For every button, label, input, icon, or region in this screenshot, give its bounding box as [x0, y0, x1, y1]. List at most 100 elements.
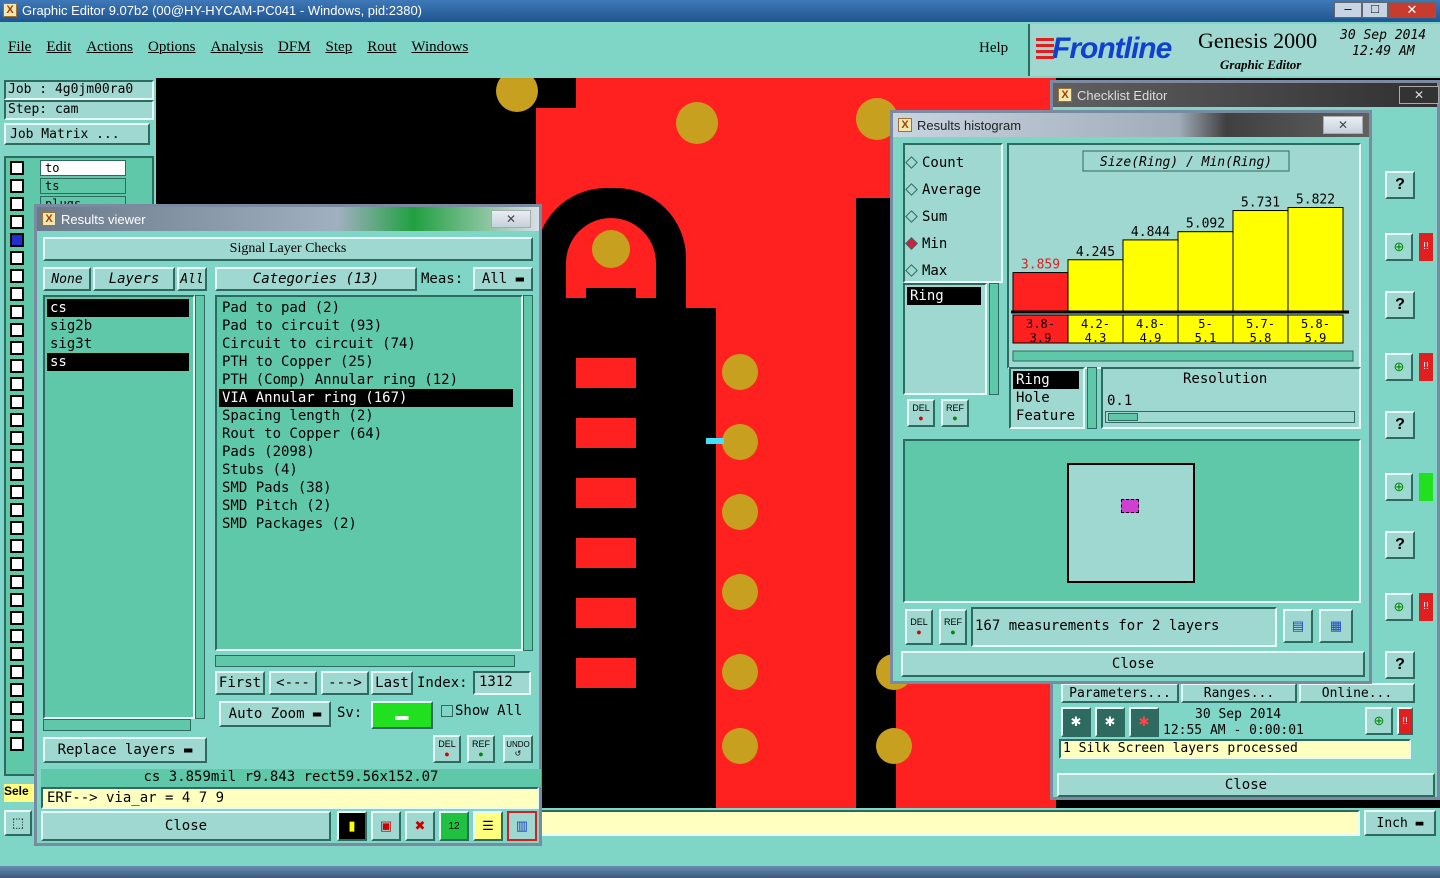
mode-option-sum[interactable]: Sum	[905, 203, 981, 230]
layer-checkbox[interactable]	[10, 593, 24, 607]
category-list-item[interactable]: Pad to circuit (93)	[219, 317, 513, 335]
layer-list-item[interactable]: cs	[47, 299, 189, 317]
layer-checkbox[interactable]	[10, 377, 24, 391]
mode-option-count[interactable]: Count	[905, 149, 981, 176]
category-list-item[interactable]: Circuit to circuit (74)	[219, 335, 513, 353]
layer-checkbox[interactable]	[10, 719, 24, 733]
delete-tool-icon[interactable]: ✖	[405, 811, 435, 841]
resolution-slider-thumb[interactable]	[1108, 413, 1138, 421]
last-button[interactable]: Last	[371, 671, 413, 695]
menu-help[interactable]: Help	[979, 40, 1008, 57]
layer-checkbox[interactable]	[10, 179, 24, 193]
layer-checkbox[interactable]	[10, 467, 24, 481]
category-hscrollbar[interactable]	[215, 655, 515, 667]
close-icon[interactable]: ✕	[1323, 116, 1363, 134]
layer-checkbox[interactable]	[10, 305, 24, 319]
pointer-icon[interactable]: ⬚	[4, 810, 32, 836]
categories-button[interactable]: Categories (13)	[215, 267, 417, 291]
feature-listbox[interactable]: Ring Hole Feature	[1009, 367, 1085, 429]
menu-file[interactable]: File	[8, 39, 31, 56]
hist-del-button[interactable]: DEL ●	[907, 399, 935, 427]
minimize-button[interactable]: –	[1334, 2, 1362, 18]
undo-button[interactable]: UNDO ↺	[503, 735, 533, 763]
histogram-close-button[interactable]: Close	[901, 651, 1365, 677]
parameters-button[interactable]: Parameters...	[1061, 683, 1179, 703]
layer-checkbox[interactable]	[10, 539, 24, 553]
histogram-bar[interactable]	[1012, 272, 1069, 312]
layer-scrollbar[interactable]	[195, 295, 205, 719]
results-viewer-close-button[interactable]: Close	[41, 811, 331, 841]
layer-checkbox[interactable]	[10, 215, 24, 229]
category-list-item[interactable]: PTH to Copper (25)	[219, 353, 513, 371]
layer-row[interactable]: ts	[8, 178, 152, 195]
layer-checkbox[interactable]	[10, 161, 24, 175]
close-icon[interactable]: ✕	[1399, 86, 1439, 104]
layer-checkbox[interactable]	[10, 323, 24, 337]
report-tool-icon[interactable]: ☰	[473, 811, 503, 841]
layer-checkbox[interactable]	[10, 233, 24, 247]
meas-select[interactable]: All ▬	[473, 267, 533, 291]
category-scrollbar[interactable]	[523, 295, 533, 651]
help-icon[interactable]: ?	[1385, 291, 1415, 319]
layer-checkbox[interactable]	[10, 575, 24, 589]
category-list-item[interactable]: VIA Annular ring (167)	[219, 389, 513, 407]
layer-listbox[interactable]: cs sig2b sig3t ss	[43, 295, 195, 719]
feature-list-item[interactable]: Hole	[1013, 389, 1079, 407]
hist-ref-button[interactable]: REF ●	[941, 399, 969, 427]
count-tool-icon[interactable]: 12	[439, 811, 469, 841]
menu-dfm[interactable]: DFM	[278, 39, 311, 56]
layer-checkbox[interactable]	[10, 701, 24, 715]
online-button[interactable]: Online...	[1299, 683, 1415, 703]
layer-checkbox[interactable]	[10, 341, 24, 355]
del-button[interactable]: DEL ●	[433, 735, 461, 763]
stop-run-icon[interactable]: ✱	[1129, 707, 1159, 737]
run-all-icon[interactable]: ✱	[1061, 707, 1091, 737]
histogram-chart[interactable]: 3.859 3.8-3.9 4.245 4.2-4.3 4.844 4.8-4.9 5.09…	[1009, 145, 1359, 367]
menu-analysis[interactable]: Analysis	[211, 39, 264, 56]
category-list-item[interactable]: Rout to Copper (64)	[219, 425, 513, 443]
layer-checkbox[interactable]	[10, 557, 24, 571]
help-icon[interactable]: ?	[1385, 411, 1415, 439]
feature-list-item[interactable]: Feature	[1013, 407, 1079, 425]
histogram-bar[interactable]	[1287, 207, 1344, 312]
layer-checkbox[interactable]	[10, 449, 24, 463]
help-icon[interactable]: ?	[1385, 651, 1415, 679]
checklist-zoom-icon[interactable]: ⊕	[1365, 707, 1393, 735]
layer-checkbox[interactable]	[10, 647, 24, 661]
layers-button[interactable]: Layers	[93, 267, 175, 291]
summary-del-button[interactable]: DEL ●	[905, 609, 933, 645]
zoom-icon[interactable]: ⊕	[1385, 233, 1413, 261]
measure-listbox[interactable]: Ring	[903, 283, 987, 395]
category-list-item[interactable]: SMD Pitch (2)	[219, 497, 513, 515]
layer-checkbox[interactable]	[10, 629, 24, 643]
layer-checkbox[interactable]	[10, 737, 24, 751]
histogram-tool-icon[interactable]: ▥	[507, 811, 537, 841]
help-icon[interactable]: ?	[1385, 531, 1415, 559]
layer-checkbox[interactable]	[10, 665, 24, 679]
histogram-hscrollbar[interactable]	[1012, 350, 1354, 362]
category-list-item[interactable]: Pads (2098)	[219, 443, 513, 461]
mode-option-average[interactable]: Average	[905, 176, 981, 203]
layer-hscrollbar[interactable]	[43, 719, 191, 731]
resolution-slider[interactable]	[1105, 411, 1355, 423]
layer-checkbox[interactable]	[10, 395, 24, 409]
compare-icon[interactable]: ▦	[1319, 609, 1353, 643]
close-window-button[interactable]: ✕	[1388, 2, 1436, 18]
histogram-bar[interactable]	[1177, 231, 1234, 312]
measure-list-item[interactable]: Ring	[907, 287, 981, 305]
menu-edit[interactable]: Edit	[46, 39, 71, 56]
job-matrix-button[interactable]: Job Matrix ...	[4, 123, 150, 145]
measure-scrollbar[interactable]	[989, 283, 999, 395]
histogram-bar[interactable]	[1232, 210, 1289, 312]
zoom-icon[interactable]: ⊕	[1385, 353, 1413, 381]
mode-option-max[interactable]: Max	[905, 257, 981, 284]
all-layers-button[interactable]: All	[177, 267, 207, 291]
layer-checkbox[interactable]	[10, 197, 24, 211]
run-selected-icon[interactable]: ✱	[1095, 707, 1125, 737]
layer-checkbox[interactable]	[10, 485, 24, 499]
menu-windows[interactable]: Windows	[411, 39, 468, 56]
maximize-button[interactable]: □	[1362, 2, 1388, 18]
category-list-item[interactable]: Spacing length (2)	[219, 407, 513, 425]
layer-checkbox[interactable]	[10, 611, 24, 625]
menu-step[interactable]: Step	[326, 39, 353, 56]
